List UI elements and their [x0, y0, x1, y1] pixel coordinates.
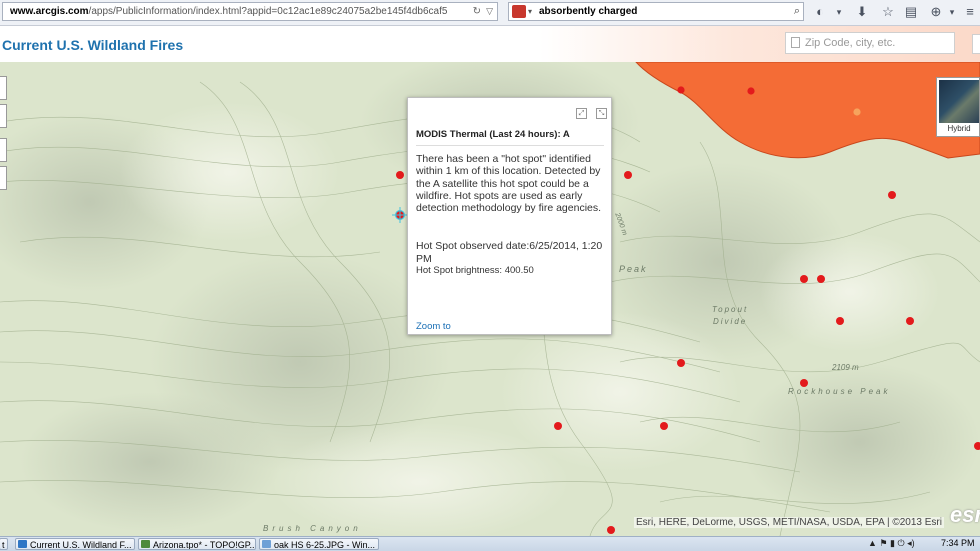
map-attribution: Esri, HERE, DeLorme, USGS, METI/NASA, US…: [634, 517, 944, 528]
popup-divider: [416, 145, 604, 146]
volume-icon[interactable]: ◂): [907, 538, 915, 548]
hotspot-marker: [836, 317, 844, 325]
taskbar-item-label: Arizona.tpo* - TOPO!GP...: [153, 540, 256, 550]
location-search-icon: [791, 37, 800, 48]
header-menu-button[interactable]: [972, 34, 980, 54]
menu-icon[interactable]: ≡: [962, 4, 978, 20]
taskbar-item-label: t: [2, 540, 5, 550]
map-zoom-controls: [0, 76, 7, 194]
chevron-down-icon[interactable]: ▾: [528, 3, 532, 20]
url-path: /apps/PublicInformation/index.html?appid…: [88, 6, 448, 17]
map-label-divide: Divide: [713, 317, 748, 326]
browser-search-input[interactable]: ▾ absorbently charged ⌕: [508, 2, 804, 21]
browser-icon: [18, 540, 27, 548]
power-icon[interactable]: ⏻: [898, 538, 905, 548]
hotspot-marker: [747, 87, 755, 95]
basemap-label: Hybrid: [947, 124, 971, 133]
bookmark-star-icon[interactable]: ☆: [880, 4, 896, 20]
battery-icon[interactable]: ▮: [890, 538, 895, 548]
taskbar-item-browser[interactable]: Current U.S. Wildland F...: [15, 538, 135, 550]
taskbar-clock[interactable]: 7:34 PM: [941, 538, 975, 548]
hotspot-marker: [800, 379, 808, 387]
chevron-down-icon[interactable]: ▾: [831, 4, 847, 20]
address-bar[interactable]: www.arcgis.com/apps/PublicInformation/in…: [2, 2, 498, 21]
place-search-input[interactable]: Zip Code, city, etc.: [785, 32, 955, 54]
map-label-topout: Topout: [712, 305, 749, 314]
popup-observed-date: Hot Spot observed date:6/25/2014, 1:20 P…: [416, 240, 603, 265]
browser-toolbar: www.arcgis.com/apps/PublicInformation/in…: [0, 0, 980, 26]
popup-brightness: Hot Spot brightness: 400.50: [416, 265, 534, 276]
addon-icon[interactable]: ◐: [812, 4, 828, 20]
taskbar-item-partial[interactable]: t: [0, 538, 8, 550]
tray-expand-icon[interactable]: ▲: [868, 538, 877, 548]
hotspot-popup: ⤢ ⤡ MODIS Thermal (Last 24 hours): A Ther…: [407, 97, 612, 335]
taskbar-item-label: oak HS 6-25.JPG - Win...: [274, 540, 376, 550]
chevron-down-icon[interactable]: ▾: [944, 4, 960, 20]
esri-logo[interactable]: esri: [950, 502, 980, 528]
search-icon[interactable]: ⌕: [794, 3, 800, 20]
hotspot-marker: [800, 275, 808, 283]
zoom-to-link[interactable]: Zoom to: [416, 321, 451, 332]
map-label-brush-canyon: Brush Canyon: [263, 524, 362, 533]
popup-tools: ⤢ ⤡: [567, 102, 607, 119]
system-tray: ▲ ⚑ ▮ ⏻ ◂): [868, 538, 915, 549]
page-title: Current U.S. Wildland Fires: [2, 37, 184, 53]
hotspot-marker: [817, 275, 825, 283]
image-viewer-icon: [262, 540, 271, 548]
hotspot-marker: [396, 171, 404, 179]
bookmarks-list-icon[interactable]: ▤: [903, 4, 919, 20]
popup-description: There has been a "hot spot" identified w…: [416, 153, 602, 215]
hotspot-marker: [853, 108, 861, 116]
popup-title: MODIS Thermal (Last 24 hours): A: [416, 129, 570, 140]
url-host: www.arcgis.com: [10, 6, 89, 17]
hotspot-marker: [554, 422, 562, 430]
hotspot-marker: [607, 526, 615, 534]
maximize-icon[interactable]: ⤢: [576, 108, 587, 119]
network-icon[interactable]: ⚑: [879, 538, 887, 548]
windows-taskbar: t Current U.S. Wildland F... Arizona.tpo…: [0, 536, 980, 551]
taskbar-item-topo[interactable]: Arizona.tpo* - TOPO!GP...: [138, 538, 256, 550]
hotspot-marker: [677, 359, 685, 367]
close-icon[interactable]: ⤡: [596, 108, 607, 119]
map-label-rockhouse-peak: Rockhouse Peak: [788, 387, 891, 396]
taskbar-item-label: Current U.S. Wildland F...: [30, 540, 132, 550]
download-icon[interactable]: ⬇: [854, 4, 870, 20]
hotspot-marker: [624, 171, 632, 179]
extension-icon[interactable]: ⊕: [928, 4, 944, 20]
map-label-elev-2109: 2109 m: [832, 363, 859, 372]
url-dropdown-icon[interactable]: ▽: [486, 3, 493, 20]
taskbar-item-image-viewer[interactable]: oak HS 6-25.JPG - Win...: [259, 538, 379, 550]
refresh-icon[interactable]: ↻: [473, 3, 481, 20]
map-label-peak: Peak: [619, 264, 648, 274]
browser-search-text: absorbently charged: [539, 6, 638, 17]
zoom-out-button[interactable]: [0, 104, 7, 128]
hotspot-marker: [888, 191, 896, 199]
basemap-toggle[interactable]: Hybrid: [936, 77, 980, 137]
search-engine-icon[interactable]: [512, 5, 526, 18]
hotspot-marker: [660, 422, 668, 430]
basemap-preview-image: [939, 80, 979, 123]
topo-app-icon: [141, 540, 150, 548]
place-search-placeholder: Zip Code, city, etc.: [805, 37, 896, 49]
locate-button[interactable]: [0, 166, 7, 190]
hotspot-marker: [906, 317, 914, 325]
home-button[interactable]: [0, 138, 7, 162]
hotspot-marker: [677, 86, 685, 94]
zoom-in-button[interactable]: [0, 76, 7, 100]
